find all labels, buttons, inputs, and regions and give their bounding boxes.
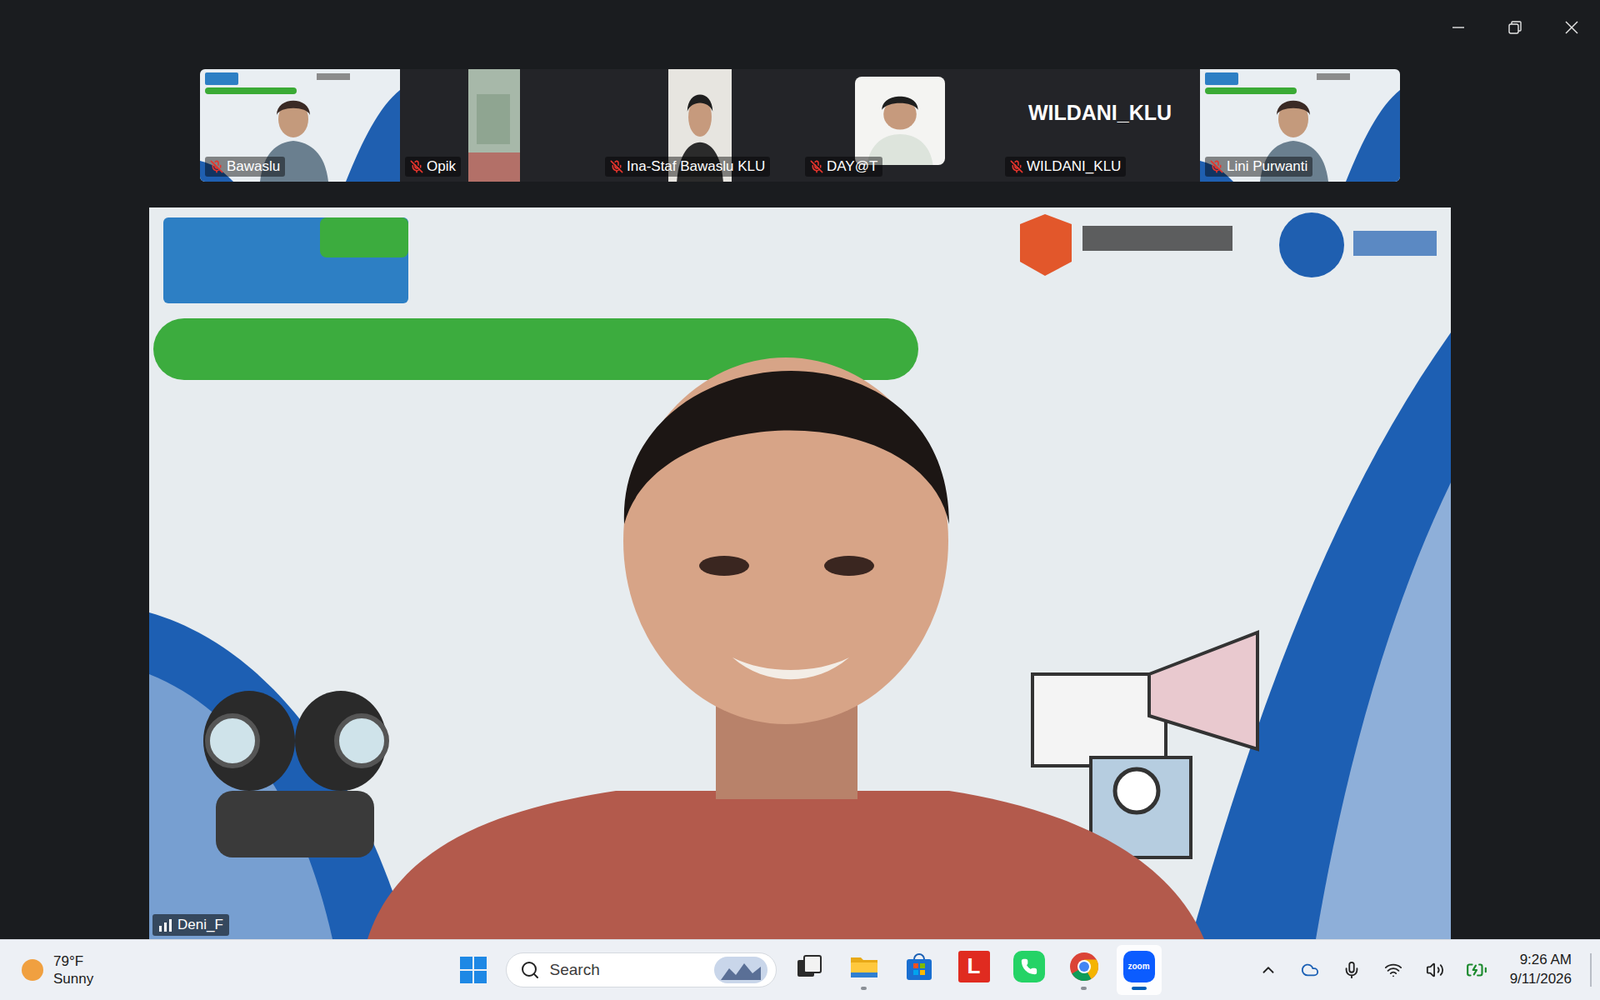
store-icon — [903, 950, 935, 983]
participant-tile[interactable]: Lini Purwanti — [1200, 69, 1400, 182]
taskbar-app[interactable]: L — [951, 945, 997, 995]
speaker-name: Deni_F — [177, 916, 224, 934]
muted-mic-icon — [610, 160, 624, 174]
participant-label: DAY@T — [805, 156, 883, 177]
volume-icon — [1425, 960, 1445, 980]
close-button[interactable] — [1543, 8, 1600, 47]
running-indicator — [915, 986, 922, 990]
show-desktop[interactable] — [1590, 953, 1592, 987]
date: 9/11/2026 — [1510, 970, 1572, 990]
taskbar-app[interactable] — [1006, 945, 1052, 995]
participant-name: Ina-Staf Bawaslu KLU — [626, 158, 765, 175]
wifi-icon — [1384, 960, 1403, 980]
time: 9:26 AM — [1520, 950, 1572, 970]
participant-tile[interactable]: Ina-Staf Bawaslu KLU — [600, 69, 800, 182]
start-button[interactable] — [450, 945, 496, 995]
zoom-icon: zoom — [1123, 950, 1155, 983]
maximize-button[interactable] — [1486, 8, 1544, 47]
taskbar-app[interactable] — [786, 945, 832, 995]
participant-label: WILDANI_KLU — [1005, 156, 1126, 177]
close-icon — [1564, 20, 1580, 35]
cloud-icon — [1300, 960, 1320, 980]
maximize-icon — [1507, 20, 1523, 35]
participant-strip: Bawaslu Opik Ina-Staf Bawaslu KLU DAY@T WILD… — [200, 69, 1400, 182]
taskbar-app[interactable] — [1061, 945, 1107, 995]
taskbar: 79°FSunny Search Lzoom 9:26 AM9/11/2026 — [0, 939, 1600, 1000]
minimize-button[interactable] — [1430, 8, 1487, 47]
running-indicator — [860, 986, 867, 990]
participant-label: Ina-Staf Bawaslu KLU — [605, 156, 770, 177]
microphone-icon — [1342, 960, 1361, 980]
file-explorer-icon — [848, 950, 880, 983]
weather-condition: Sunny — [53, 970, 94, 988]
desktop: Bawaslu Opik Ina-Staf Bawaslu KLU DAY@T WILD… — [0, 0, 1600, 1000]
running-indicator — [805, 985, 812, 990]
muted-mic-icon — [1010, 160, 1024, 174]
participant-tile[interactable]: DAY@T — [800, 69, 1000, 182]
muted-mic-icon — [1210, 160, 1224, 174]
clock[interactable]: 9:26 AM9/11/2026 — [1501, 950, 1582, 990]
sun-icon — [20, 957, 45, 983]
title-bar — [0, 0, 1600, 70]
volume[interactable] — [1418, 953, 1452, 987]
participant-label: Opik — [405, 156, 461, 177]
video-feed — [468, 69, 520, 182]
task-view-icon — [794, 951, 825, 982]
participant-name: Opik — [426, 158, 456, 175]
speaker-label: Deni_F — [152, 914, 230, 936]
l-app-icon: L — [958, 950, 990, 983]
participant-tile[interactable]: WILDANI_KLU WILDANI_KLU — [1000, 69, 1200, 182]
network[interactable] — [1376, 953, 1410, 987]
zoom-window: Bawaslu Opik Ina-Staf Bawaslu KLU DAY@T WILD… — [0, 0, 1600, 940]
weather-widget[interactable]: 79°FSunny — [53, 952, 94, 989]
minimize-icon — [1450, 20, 1466, 35]
microphone[interactable] — [1335, 953, 1369, 987]
participant-label: Lini Purwanti — [1205, 156, 1313, 177]
participant-tile[interactable]: Bawaslu — [200, 69, 400, 182]
taskbar-app[interactable] — [841, 945, 887, 995]
running-indicator — [1080, 986, 1087, 990]
participant-label: Bawaslu — [205, 156, 285, 177]
muted-mic-icon — [210, 160, 224, 174]
search-box[interactable]: Search — [505, 952, 777, 988]
video-feed — [855, 76, 945, 165]
running-indicator — [1131, 986, 1147, 990]
participant-name: DAY@T — [826, 158, 878, 175]
tray-overflow[interactable] — [1251, 953, 1285, 987]
onedrive[interactable] — [1293, 953, 1327, 987]
chrome-icon — [1068, 950, 1100, 983]
temperature: 79°F — [53, 952, 94, 970]
running-indicator — [970, 986, 977, 990]
taskbar-app[interactable]: zoom — [1116, 945, 1162, 995]
search-highlight-icon — [714, 956, 768, 984]
windows-icon — [458, 955, 489, 985]
video-area — [855, 76, 945, 165]
muted-mic-icon — [410, 160, 424, 174]
participant-name: Lini Purwanti — [1226, 158, 1308, 175]
battery[interactable] — [1460, 953, 1494, 987]
whatsapp-icon — [1013, 950, 1045, 983]
taskbar-app[interactable] — [896, 945, 942, 995]
participant-name: Bawaslu — [226, 158, 280, 175]
participant-tile[interactable]: Opik — [400, 69, 600, 182]
participant-name-display: WILDANI_KLU — [1028, 100, 1172, 125]
battery-icon — [1465, 959, 1488, 981]
search-placeholder: Search — [550, 960, 705, 980]
participant-name: WILDANI_KLU — [1026, 158, 1121, 175]
video-feed — [149, 207, 1451, 940]
muted-mic-icon — [810, 160, 824, 174]
active-speaker-video: Deni_F — [149, 207, 1451, 940]
search-icon — [520, 960, 540, 980]
chevron-up-icon — [1259, 960, 1278, 980]
running-indicator — [1025, 986, 1032, 990]
signal-icon — [158, 918, 174, 932]
